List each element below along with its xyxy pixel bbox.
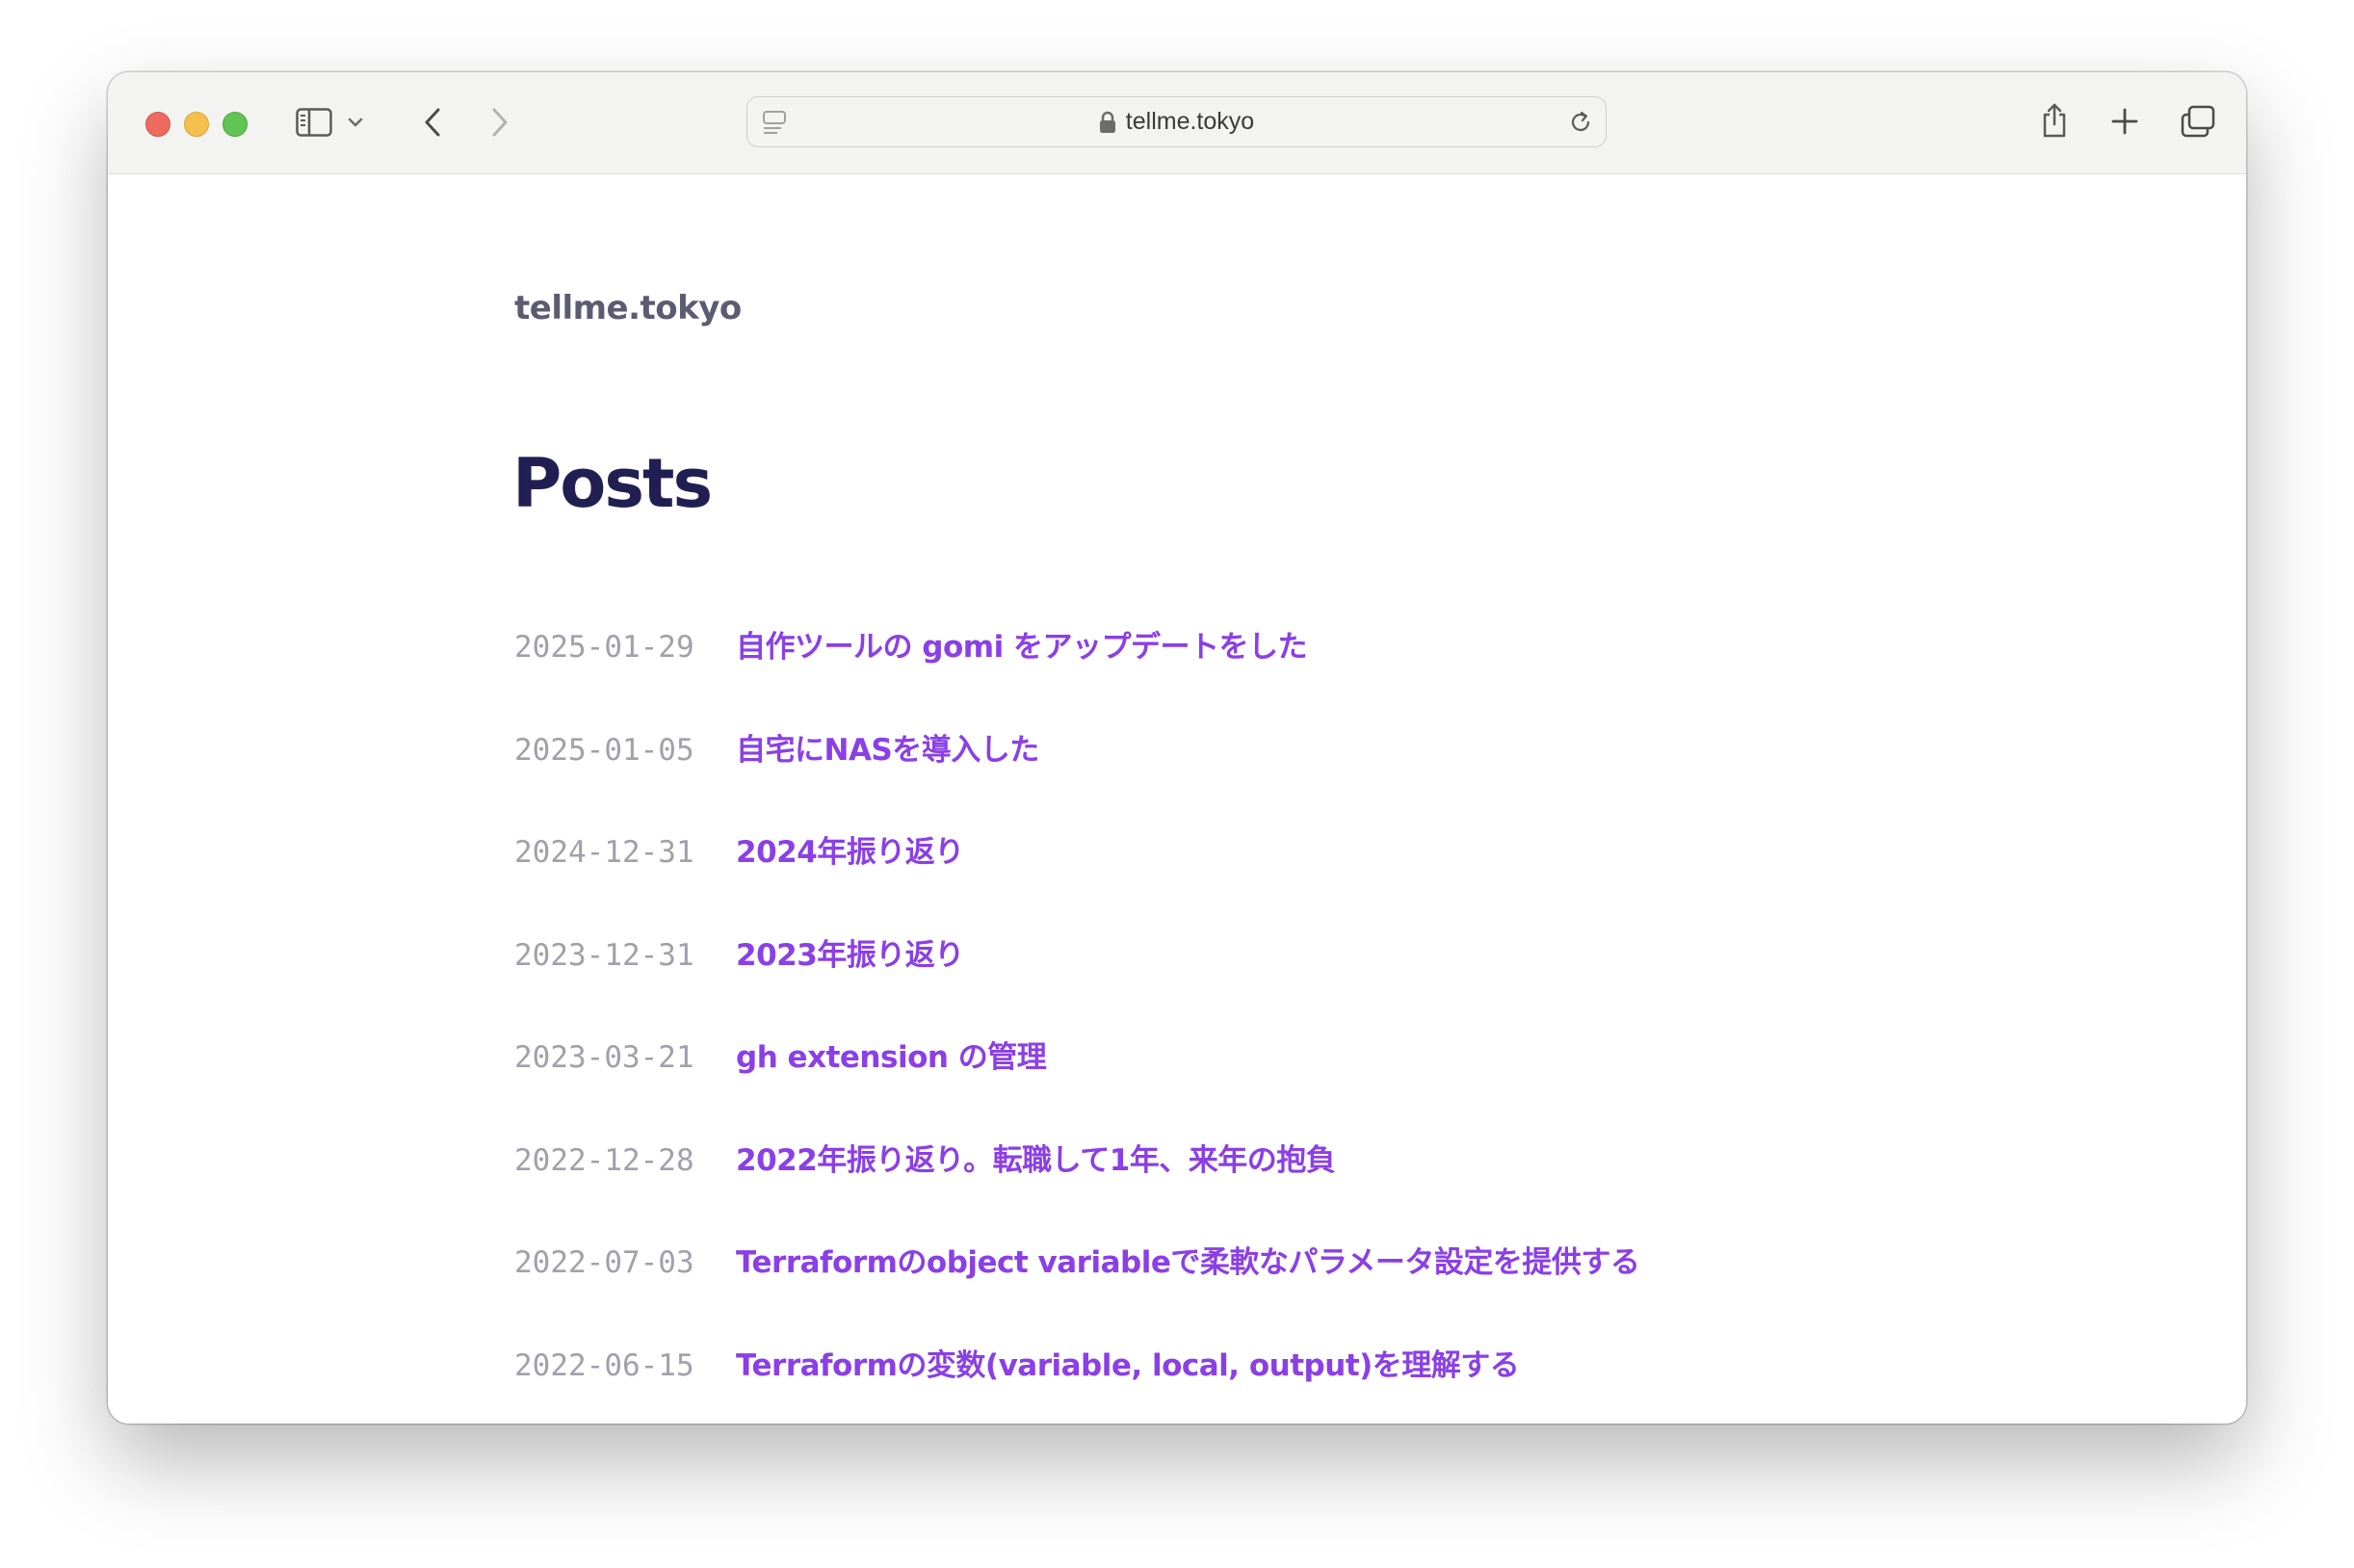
forward-icon[interactable] [485,104,514,141]
address-text: tellme.tokyo [1125,108,1255,135]
post-link[interactable]: 2022年振り返り。転職して1年、来年の抱負 [736,1141,1336,1180]
post-link[interactable]: 2023年振り返り [736,936,964,975]
back-icon[interactable] [418,104,447,141]
post-link[interactable]: gh extension の管理 [736,1038,1047,1077]
post-date: 2022-12-28 [514,1142,694,1178]
lock-icon [1099,111,1116,134]
list-item: 2022-07-03 Terraformのobject variableで柔軟な… [514,1243,1640,1346]
post-link[interactable]: 自作ツールの gomi をアップデートをした [736,628,1308,666]
address-bar[interactable]: tellme.tokyo [746,96,1607,147]
browser-window: tellme.tokyo tellme.tokyo Posts 2025-01-… [108,72,2246,1424]
post-date: 2024-12-31 [514,835,694,870]
minimize-button[interactable] [184,112,209,137]
chevron-down-icon[interactable] [346,111,365,134]
close-button[interactable] [145,112,170,137]
page-title: Posts [512,444,713,523]
post-link[interactable]: 2024年振り返り [736,833,964,872]
post-link[interactable]: Terraformのobject variableで柔軟なパラメータ設定を提供す… [736,1243,1640,1282]
browser-toolbar: tellme.tokyo [108,72,2246,174]
sidebar-icon[interactable] [295,105,333,140]
post-date: 2025-01-29 [514,630,694,665]
post-link[interactable]: Terraformの変数(variable, local, output)を理解… [736,1346,1520,1385]
post-date: 2025-01-05 [514,732,694,768]
post-date: 2022-06-15 [514,1347,694,1383]
page-content: tellme.tokyo Posts 2025-01-29 自作ツールの gom… [108,175,2246,1424]
post-list: 2025-01-29 自作ツールの gomi をアップデートをした 2025-0… [514,628,1640,1424]
share-icon[interactable] [2037,100,2072,141]
list-item: 2025-01-29 自作ツールの gomi をアップデートをした [514,628,1639,731]
list-item: 2025-01-05 自宅にNASを導入した [514,731,1639,834]
site-title-link[interactable]: tellme.tokyo [514,289,742,327]
zoom-button[interactable] [222,112,248,137]
tab-overview-icon[interactable] [2180,104,2216,139]
list-item: 2023-12-31 2023年振り返り [514,936,1639,1039]
address-text-wrap: tellme.tokyo [747,97,1606,146]
post-link[interactable]: 自宅にNASを導入した [736,731,1039,770]
post-date: 2023-03-21 [514,1040,694,1075]
reload-icon[interactable] [1567,109,1594,136]
list-item: 2024-12-31 2024年振り返り [514,833,1639,936]
plus-icon[interactable] [2108,105,2141,138]
list-item: 2022-06-15 Terraformの変数(variable, local,… [514,1346,1639,1424]
post-date: 2022-07-03 [514,1245,694,1280]
list-item: 2022-12-28 2022年振り返り。転職して1年、来年の抱負 [514,1141,1639,1244]
list-item: 2023-03-21 gh extension の管理 [514,1038,1639,1141]
post-date: 2023-12-31 [514,937,694,973]
